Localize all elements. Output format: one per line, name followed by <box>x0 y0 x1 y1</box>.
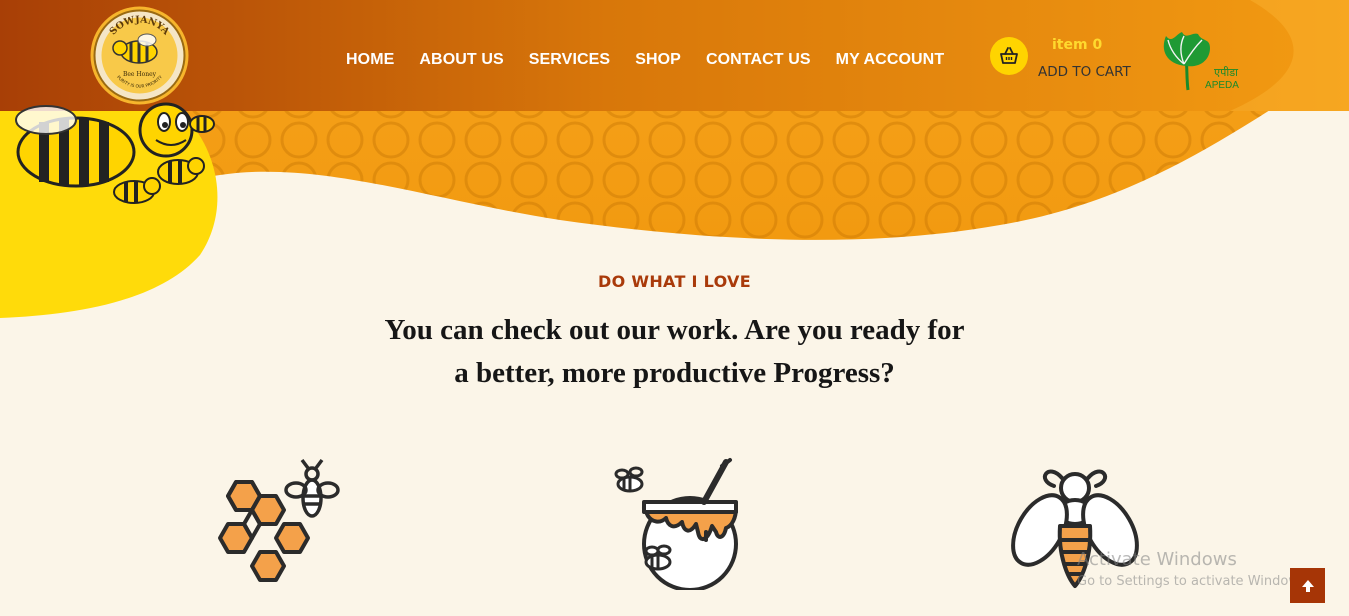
back-to-top-button[interactable] <box>1290 568 1325 603</box>
feature-honeycomb <box>208 456 342 595</box>
site-header: SOWJANYA Bee Honey PURITY IS OUR PRIORIT… <box>0 0 1349 111</box>
nav-shop[interactable]: SHOP <box>635 48 681 72</box>
honeycomb-bee-icon <box>218 458 340 582</box>
cart-button[interactable] <box>990 37 1028 75</box>
nav-about-us[interactable]: ABOUT US <box>419 48 503 72</box>
nav-my-account[interactable]: MY ACCOUNT <box>836 48 945 72</box>
section-heading: DO WHAT I LOVE You can check out our wor… <box>0 272 1349 395</box>
bees-illustration <box>15 102 215 204</box>
windows-activation-watermark: Activate Windows Go to Settings to activ… <box>1077 549 1310 589</box>
nav-services[interactable]: SERVICES <box>529 48 610 72</box>
bee-small-2 <box>113 177 161 204</box>
bee-small-1 <box>157 157 205 185</box>
apeda-logo[interactable]: एपीडा APEDA <box>1158 30 1242 94</box>
headline-line-2: a better, more productive Progress? <box>454 357 895 389</box>
bee-small-3 <box>189 115 215 133</box>
section-eyebrow: DO WHAT I LOVE <box>598 272 751 291</box>
logo-badge-icon: SOWJANYA Bee Honey PURITY IS OUR PRIORIT… <box>90 6 189 105</box>
basket-icon <box>1000 47 1018 64</box>
apeda-hindi: एपीडा <box>1214 66 1238 79</box>
honey-pot-icon <box>614 458 738 592</box>
main-nav: HOME ABOUT US SERVICES SHOP CONTACT US M… <box>346 48 969 72</box>
brand-logo[interactable]: SOWJANYA Bee Honey PURITY IS OUR PRIORIT… <box>89 5 190 106</box>
nav-home[interactable]: HOME <box>346 48 394 72</box>
headline-line-1: You can check out our work. Are you read… <box>384 314 965 346</box>
feature-honey-pot <box>608 456 742 595</box>
arrow-up-icon <box>1301 579 1314 592</box>
section-headline: You can check out our work. Are you read… <box>345 309 1005 395</box>
cart-item-count[interactable]: item 0 <box>1052 37 1102 53</box>
watermark-title: Activate Windows <box>1077 549 1237 570</box>
add-to-cart-link[interactable]: ADD TO CART <box>1038 64 1131 80</box>
logo-name: Bee Honey <box>123 71 157 78</box>
apeda-name: APEDA <box>1205 80 1239 91</box>
watermark-subtitle: Go to Settings to activate Windows. <box>1077 574 1310 589</box>
nav-contact-us[interactable]: CONTACT US <box>706 48 811 72</box>
apeda-leaf-icon: एपीडा APEDA <box>1163 32 1239 91</box>
